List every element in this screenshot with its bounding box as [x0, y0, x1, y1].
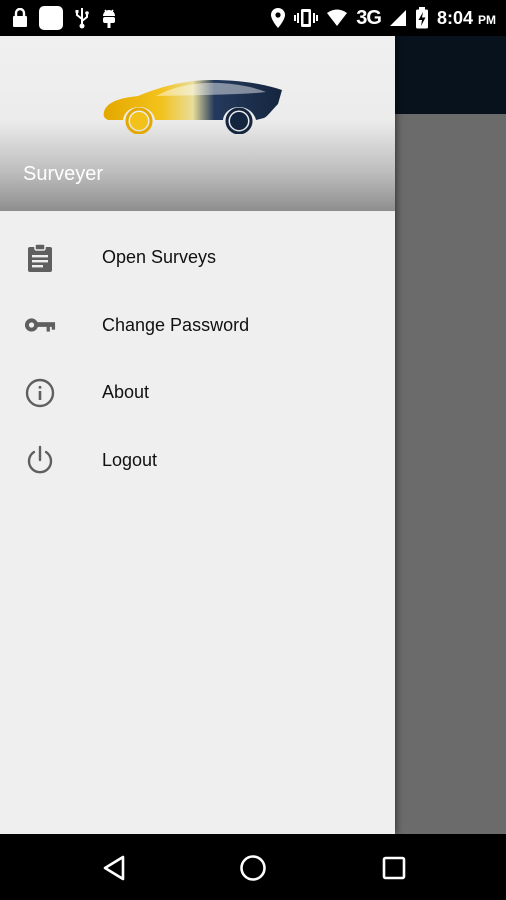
menu-item-about[interactable]: About	[0, 359, 395, 427]
location-icon	[270, 7, 286, 29]
drawer-scrim[interactable]	[395, 114, 506, 834]
clock-time: 8:04	[436, 7, 473, 28]
signal-icon	[389, 9, 407, 27]
car-logo	[100, 76, 286, 139]
app-notification-icon	[38, 5, 64, 31]
back-icon[interactable]	[97, 851, 131, 885]
info-icon	[24, 377, 56, 409]
status-bar: 3G 8:04 PM	[0, 0, 506, 36]
menu-item-label: Logout	[102, 449, 158, 470]
key-icon	[24, 309, 56, 341]
battery-charging-icon	[415, 7, 429, 29]
navigation-bar	[0, 834, 506, 900]
menu-item-label: About	[102, 382, 150, 403]
menu-item-change-password[interactable]: Change Password	[0, 292, 395, 360]
vibrate-icon	[294, 7, 319, 29]
usb-icon	[74, 7, 90, 29]
clipboard-icon	[24, 242, 56, 274]
wifi-icon	[326, 9, 348, 27]
recents-icon[interactable]	[377, 851, 411, 885]
power-icon	[24, 444, 56, 476]
drawer-header: Surveyer	[0, 36, 395, 211]
clock: 8:04 PM	[437, 8, 496, 29]
network-type-label: 3G	[356, 6, 382, 29]
drawer-menu: Open Surveys Change Password About Logou…	[0, 224, 395, 494]
app-toolbar	[395, 36, 506, 114]
home-icon[interactable]	[236, 851, 270, 885]
android-debug-icon	[100, 7, 118, 29]
clock-ampm: PM	[478, 12, 496, 27]
menu-item-open-surveys[interactable]: Open Surveys	[0, 224, 395, 292]
navigation-drawer: Surveyer Open Surveys Change Password Ab…	[0, 36, 395, 834]
menu-item-label: Open Surveys	[102, 247, 217, 268]
lock-icon	[12, 8, 28, 28]
menu-item-label: Change Password	[102, 314, 250, 335]
drawer-app-name: Surveyer	[23, 163, 104, 185]
menu-item-logout[interactable]: Logout	[0, 427, 395, 495]
